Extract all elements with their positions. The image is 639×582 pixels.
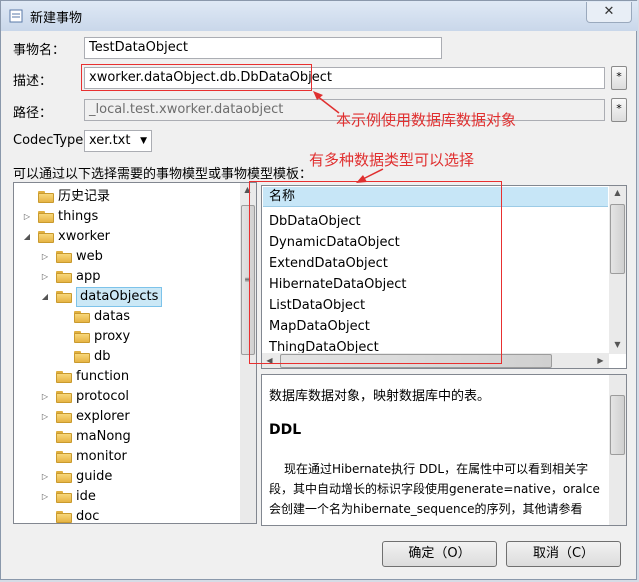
tree-item-label: explorer xyxy=(76,409,130,424)
folder-icon xyxy=(56,491,72,503)
codec-type-select[interactable]: xer.txt ▼ xyxy=(84,130,152,152)
tree-item-label: things xyxy=(58,209,99,224)
folder-icon xyxy=(38,211,54,223)
list-vscroll-thumb[interactable] xyxy=(610,204,625,274)
path-edit-button[interactable]: * xyxy=(611,98,627,122)
folder-icon xyxy=(56,371,72,383)
description-text-line1: 现在通过Hibernate执行 DDL，在属性中可以看到相关字 xyxy=(284,462,589,476)
tree-item-label: dataObjects xyxy=(76,287,163,307)
folder-icon xyxy=(74,331,90,343)
window-icon xyxy=(9,9,23,23)
description-text-line3: 会创建一个名为hibernate_sequence的序列，其他请参看 xyxy=(269,502,583,516)
description-panel: 数据库数据对象，映射数据库中的表。 DDL 现在通过Hibernate执行 DD… xyxy=(261,374,627,526)
name-field[interactable]: TestDataObject xyxy=(84,37,442,59)
folder-icon xyxy=(56,411,72,423)
description-label: 描述： xyxy=(13,74,53,89)
tree-item-label: datas xyxy=(94,309,131,324)
tree-item-label: web xyxy=(76,249,103,264)
tree-item-label: protocol xyxy=(76,389,130,404)
model-tree[interactable]: 历史记录 ▷ things ◢ xworker ▷ web ▷ app ◢ dataObjects d… xyxy=(13,182,257,524)
folder-icon xyxy=(74,311,90,323)
annotation-note-2: 有多种数据类型可以选择 xyxy=(309,151,475,169)
highlight-box-description xyxy=(81,64,312,91)
description-scroll-thumb[interactable] xyxy=(610,395,625,455)
dialog-window: 新建事物 ✕ 事物名： TestDataObject 描述： xworker.d… xyxy=(0,0,638,580)
description-summary: 数据库数据对象，映射数据库中的表。 xyxy=(269,389,491,404)
description-scrollbar[interactable] xyxy=(609,375,626,525)
tree-item-label: monitor xyxy=(76,449,127,464)
list-vertical-scrollbar[interactable]: ▲ ▼ xyxy=(609,186,626,354)
expand-toggle-icon[interactable]: ▷ xyxy=(40,387,50,407)
folder-icon xyxy=(74,351,90,363)
close-icon: ✕ xyxy=(603,4,615,19)
expand-toggle-icon[interactable]: ▷ xyxy=(22,207,32,227)
tree-item-label: app xyxy=(76,269,101,284)
expand-toggle-icon[interactable]: ▷ xyxy=(40,407,50,427)
tree-item-label: xworker xyxy=(58,229,111,244)
folder-icon xyxy=(56,511,72,523)
codec-type-label: CodecType xyxy=(13,133,84,148)
folder-icon xyxy=(56,291,72,303)
window-title: 新建事物 xyxy=(30,11,83,26)
folder-icon xyxy=(56,251,72,263)
name-label: 事物名： xyxy=(13,43,66,58)
annotation-note-1: 本示例使用数据库数据对象 xyxy=(336,111,517,129)
tree-item-label: maNong xyxy=(76,429,131,444)
chevron-down-icon: ▼ xyxy=(140,136,147,146)
tree-item-label: doc xyxy=(76,509,100,524)
cancel-button[interactable]: 取消（C） xyxy=(506,541,621,567)
folder-icon xyxy=(56,391,72,403)
scroll-up-icon[interactable]: ▲ xyxy=(610,186,625,200)
highlight-box-list xyxy=(249,181,502,364)
tree-item-label: function xyxy=(76,369,130,384)
title-bar: 新建事物 ✕ xyxy=(1,1,638,31)
scroll-down-icon[interactable]: ▼ xyxy=(610,338,625,352)
expand-toggle-icon[interactable]: ▷ xyxy=(40,267,50,287)
expand-toggle-icon[interactable]: ◢ xyxy=(40,287,50,307)
folder-icon xyxy=(56,431,72,443)
tree-item-label: 历史记录 xyxy=(58,189,111,204)
section-label: 可以通过以下选择需要的事物模型或事物模型模板： xyxy=(13,167,313,182)
tree-item-label: proxy xyxy=(94,329,131,344)
description-edit-button[interactable]: * xyxy=(611,66,627,90)
folder-icon xyxy=(38,231,54,243)
folder-icon xyxy=(56,471,72,483)
expand-toggle-icon[interactable]: ▷ xyxy=(40,247,50,267)
tree-item-label: db xyxy=(94,349,111,364)
codec-type-value: xer.txt xyxy=(89,133,131,148)
close-button[interactable]: ✕ xyxy=(586,2,632,23)
expand-toggle-icon[interactable]: ◢ xyxy=(22,227,32,247)
tree-item-label: guide xyxy=(76,469,113,484)
description-heading: DDL xyxy=(269,422,302,438)
folder-icon xyxy=(56,451,72,463)
folder-icon xyxy=(38,191,54,203)
description-text-line2: 段，其中自动增长的标识字段使用generate=native，oralce xyxy=(269,482,600,496)
tree-item-label: ide xyxy=(76,489,96,504)
scroll-right-icon[interactable]: ▶ xyxy=(593,354,608,368)
ok-button[interactable]: 确定（O） xyxy=(382,541,497,567)
path-label: 路径： xyxy=(13,106,53,121)
expand-toggle-icon[interactable]: ▷ xyxy=(40,487,50,507)
expand-toggle-icon[interactable]: ▷ xyxy=(40,467,50,487)
folder-icon xyxy=(56,271,72,283)
